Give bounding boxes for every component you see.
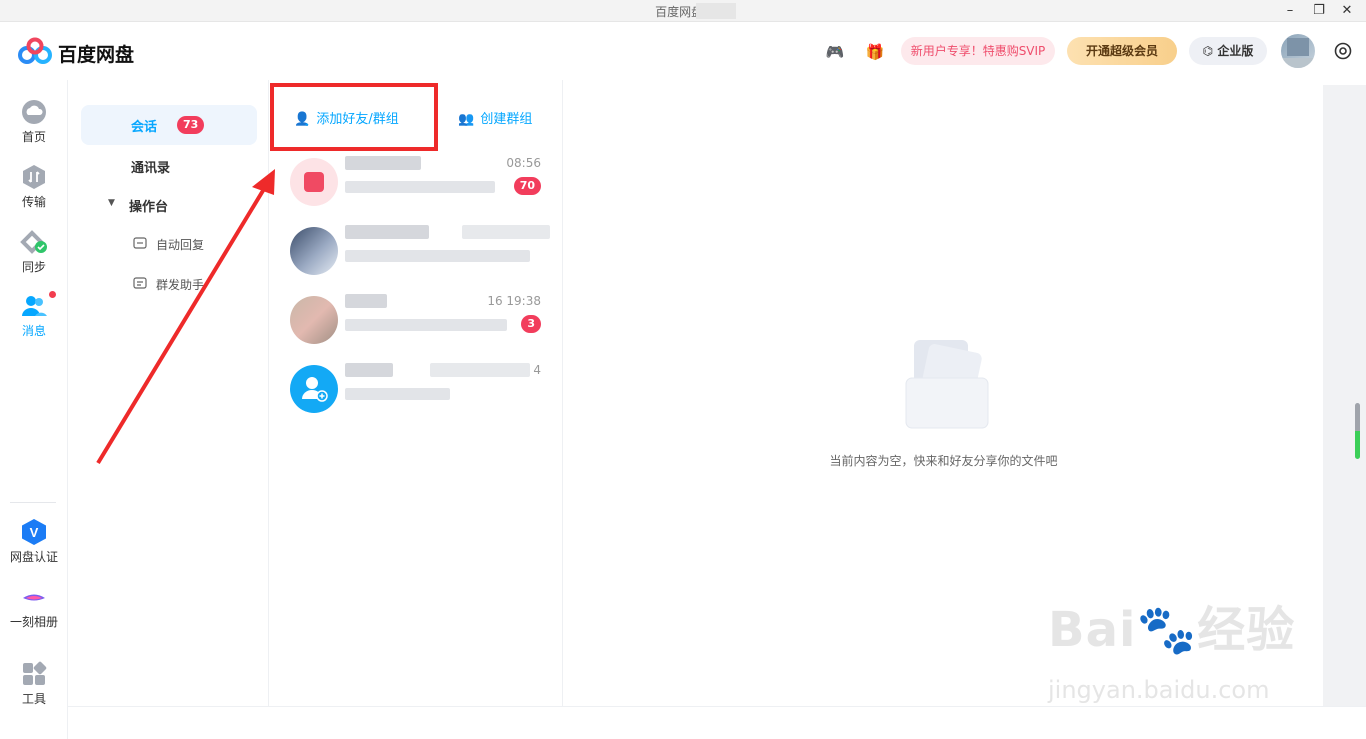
list-item[interactable]: 08:56 70 <box>270 148 563 214</box>
nav-label: 一刻相册 <box>9 615 58 629</box>
conversation-name-blurred <box>345 363 393 377</box>
nav-item-home[interactable]: 首页 <box>0 98 68 145</box>
conversation-time-blurred <box>430 363 530 377</box>
tools-icon <box>23 661 47 685</box>
restore-button[interactable]: ❐ <box>1310 3 1328 19</box>
tab-sessions[interactable]: 会话 73 <box>81 105 257 145</box>
app-header: 百度网盘 🎮 🎁 新用户专享！特惠购SVIP 开通超级会员 ⌬ 企业版 <box>0 22 1366 80</box>
highlight-annotation-box <box>270 83 438 151</box>
transfer-icon <box>23 165 45 189</box>
conversation-time: 4 <box>533 363 541 377</box>
nav-label: 工具 <box>21 692 46 706</box>
conversation-name-blurred <box>345 225 429 239</box>
cloud-icon <box>22 100 46 124</box>
svg-text:V: V <box>30 525 39 540</box>
nav-label: 首页 <box>21 130 46 144</box>
message-icon <box>22 296 47 316</box>
avatar <box>290 158 338 206</box>
verify-icon: V <box>22 519 46 545</box>
bottom-bar <box>68 706 1366 739</box>
minimize-button[interactable]: – <box>1281 3 1299 19</box>
window-title: 百度网盘 · <box>655 5 711 19</box>
scrollbar-thumb[interactable] <box>1355 403 1360 459</box>
list-item[interactable] <box>270 217 563 283</box>
unread-dot <box>49 291 56 298</box>
album-icon <box>23 594 45 601</box>
enterprise-icon: ⌬ <box>1202 44 1214 58</box>
conversation-preview-blurred <box>345 250 530 262</box>
conversation-preview-blurred <box>345 319 507 331</box>
nav-item-transfer[interactable]: 传输 <box>0 163 68 210</box>
nav-item-verify[interactable]: V 网盘认证 <box>0 518 68 565</box>
window-title-blurred <box>696 3 736 19</box>
paw-icon: 🐾 <box>1136 602 1198 658</box>
nav-item-album[interactable]: 一刻相册 <box>0 583 68 630</box>
baidu-netdisk-logo-icon <box>18 37 52 64</box>
annotation-arrow-icon <box>96 169 275 465</box>
nav-item-sync[interactable]: 同步 <box>0 228 68 275</box>
enterprise-button[interactable]: ⌬ 企业版 <box>1189 37 1267 65</box>
watermark-text-b: 经验 <box>1197 602 1296 658</box>
conversation-preview-blurred <box>345 181 495 193</box>
gift-icon[interactable]: 🎁 <box>864 42 886 62</box>
conversation-name-blurred <box>345 294 387 308</box>
avatar <box>290 365 338 413</box>
nav-item-messages[interactable]: 消息 <box>0 291 68 339</box>
conversation-time: 16 19:38 <box>487 294 541 308</box>
conversation-list-panel: 👤̟ 添加好友/群组 👥 创建群组 08:56 70 16 19:38 3 4 <box>270 80 563 706</box>
conversation-time-blurred <box>462 225 550 239</box>
settings-icon[interactable] <box>1333 41 1353 61</box>
nav-divider <box>10 502 56 503</box>
avatar <box>290 296 338 344</box>
nav-label: 网盘认证 <box>9 550 58 564</box>
game-icon[interactable]: 🎮 <box>824 42 846 62</box>
create-group-label: 创建群组 <box>480 112 533 127</box>
empty-folder-icon <box>905 340 989 429</box>
create-group-button[interactable]: 👥 创建群组 <box>458 108 532 127</box>
nav-label: 传输 <box>21 195 46 209</box>
avatar <box>290 227 338 275</box>
unread-badge: 70 <box>513 177 541 195</box>
unread-badge: 3 <box>521 315 541 333</box>
left-nav: 首页 传输 同步 消息 V 网盘认证 一刻相册 工具 <box>0 80 68 739</box>
nav-item-tools[interactable]: 工具 <box>0 660 68 707</box>
conversation-name-blurred <box>345 156 421 170</box>
empty-state-text: 当前内容为空，快来和好友分享你的文件吧 <box>829 454 1058 468</box>
watermark-text: Bai <box>1048 602 1137 658</box>
close-button[interactable]: ✕ <box>1338 3 1356 19</box>
brand-name: 百度网盘 <box>58 44 135 66</box>
sync-icon <box>20 230 47 254</box>
nav-label: 同步 <box>21 260 46 274</box>
nav-label: 消息 <box>21 324 46 338</box>
enterprise-label: 企业版 <box>1217 44 1254 58</box>
open-svip-button[interactable]: 开通超级会员 <box>1067 37 1177 65</box>
list-item[interactable]: 4 <box>270 355 563 421</box>
tab-sessions-label: 会话 <box>131 120 158 135</box>
baidu-jingyan-watermark: Bai🐾经验 <box>1048 590 1295 660</box>
user-avatar[interactable] <box>1281 34 1315 68</box>
conversation-time: 08:56 <box>506 156 541 170</box>
watermark-url: jingyan.baidu.com <box>1048 676 1270 704</box>
svip-promo-button[interactable]: 新用户专享！特惠购SVIP <box>901 37 1055 65</box>
conversation-preview-blurred <box>345 388 450 400</box>
scrollbar-track[interactable] <box>1323 85 1366 706</box>
group-icon: 👥 <box>458 112 475 127</box>
contact-add-icon <box>302 377 328 402</box>
session-count-badge: 73 <box>177 116 205 134</box>
list-item[interactable]: 16 19:38 3 <box>270 286 563 352</box>
title-bar: 百度网盘 · – ❐ ✕ <box>0 0 1366 22</box>
